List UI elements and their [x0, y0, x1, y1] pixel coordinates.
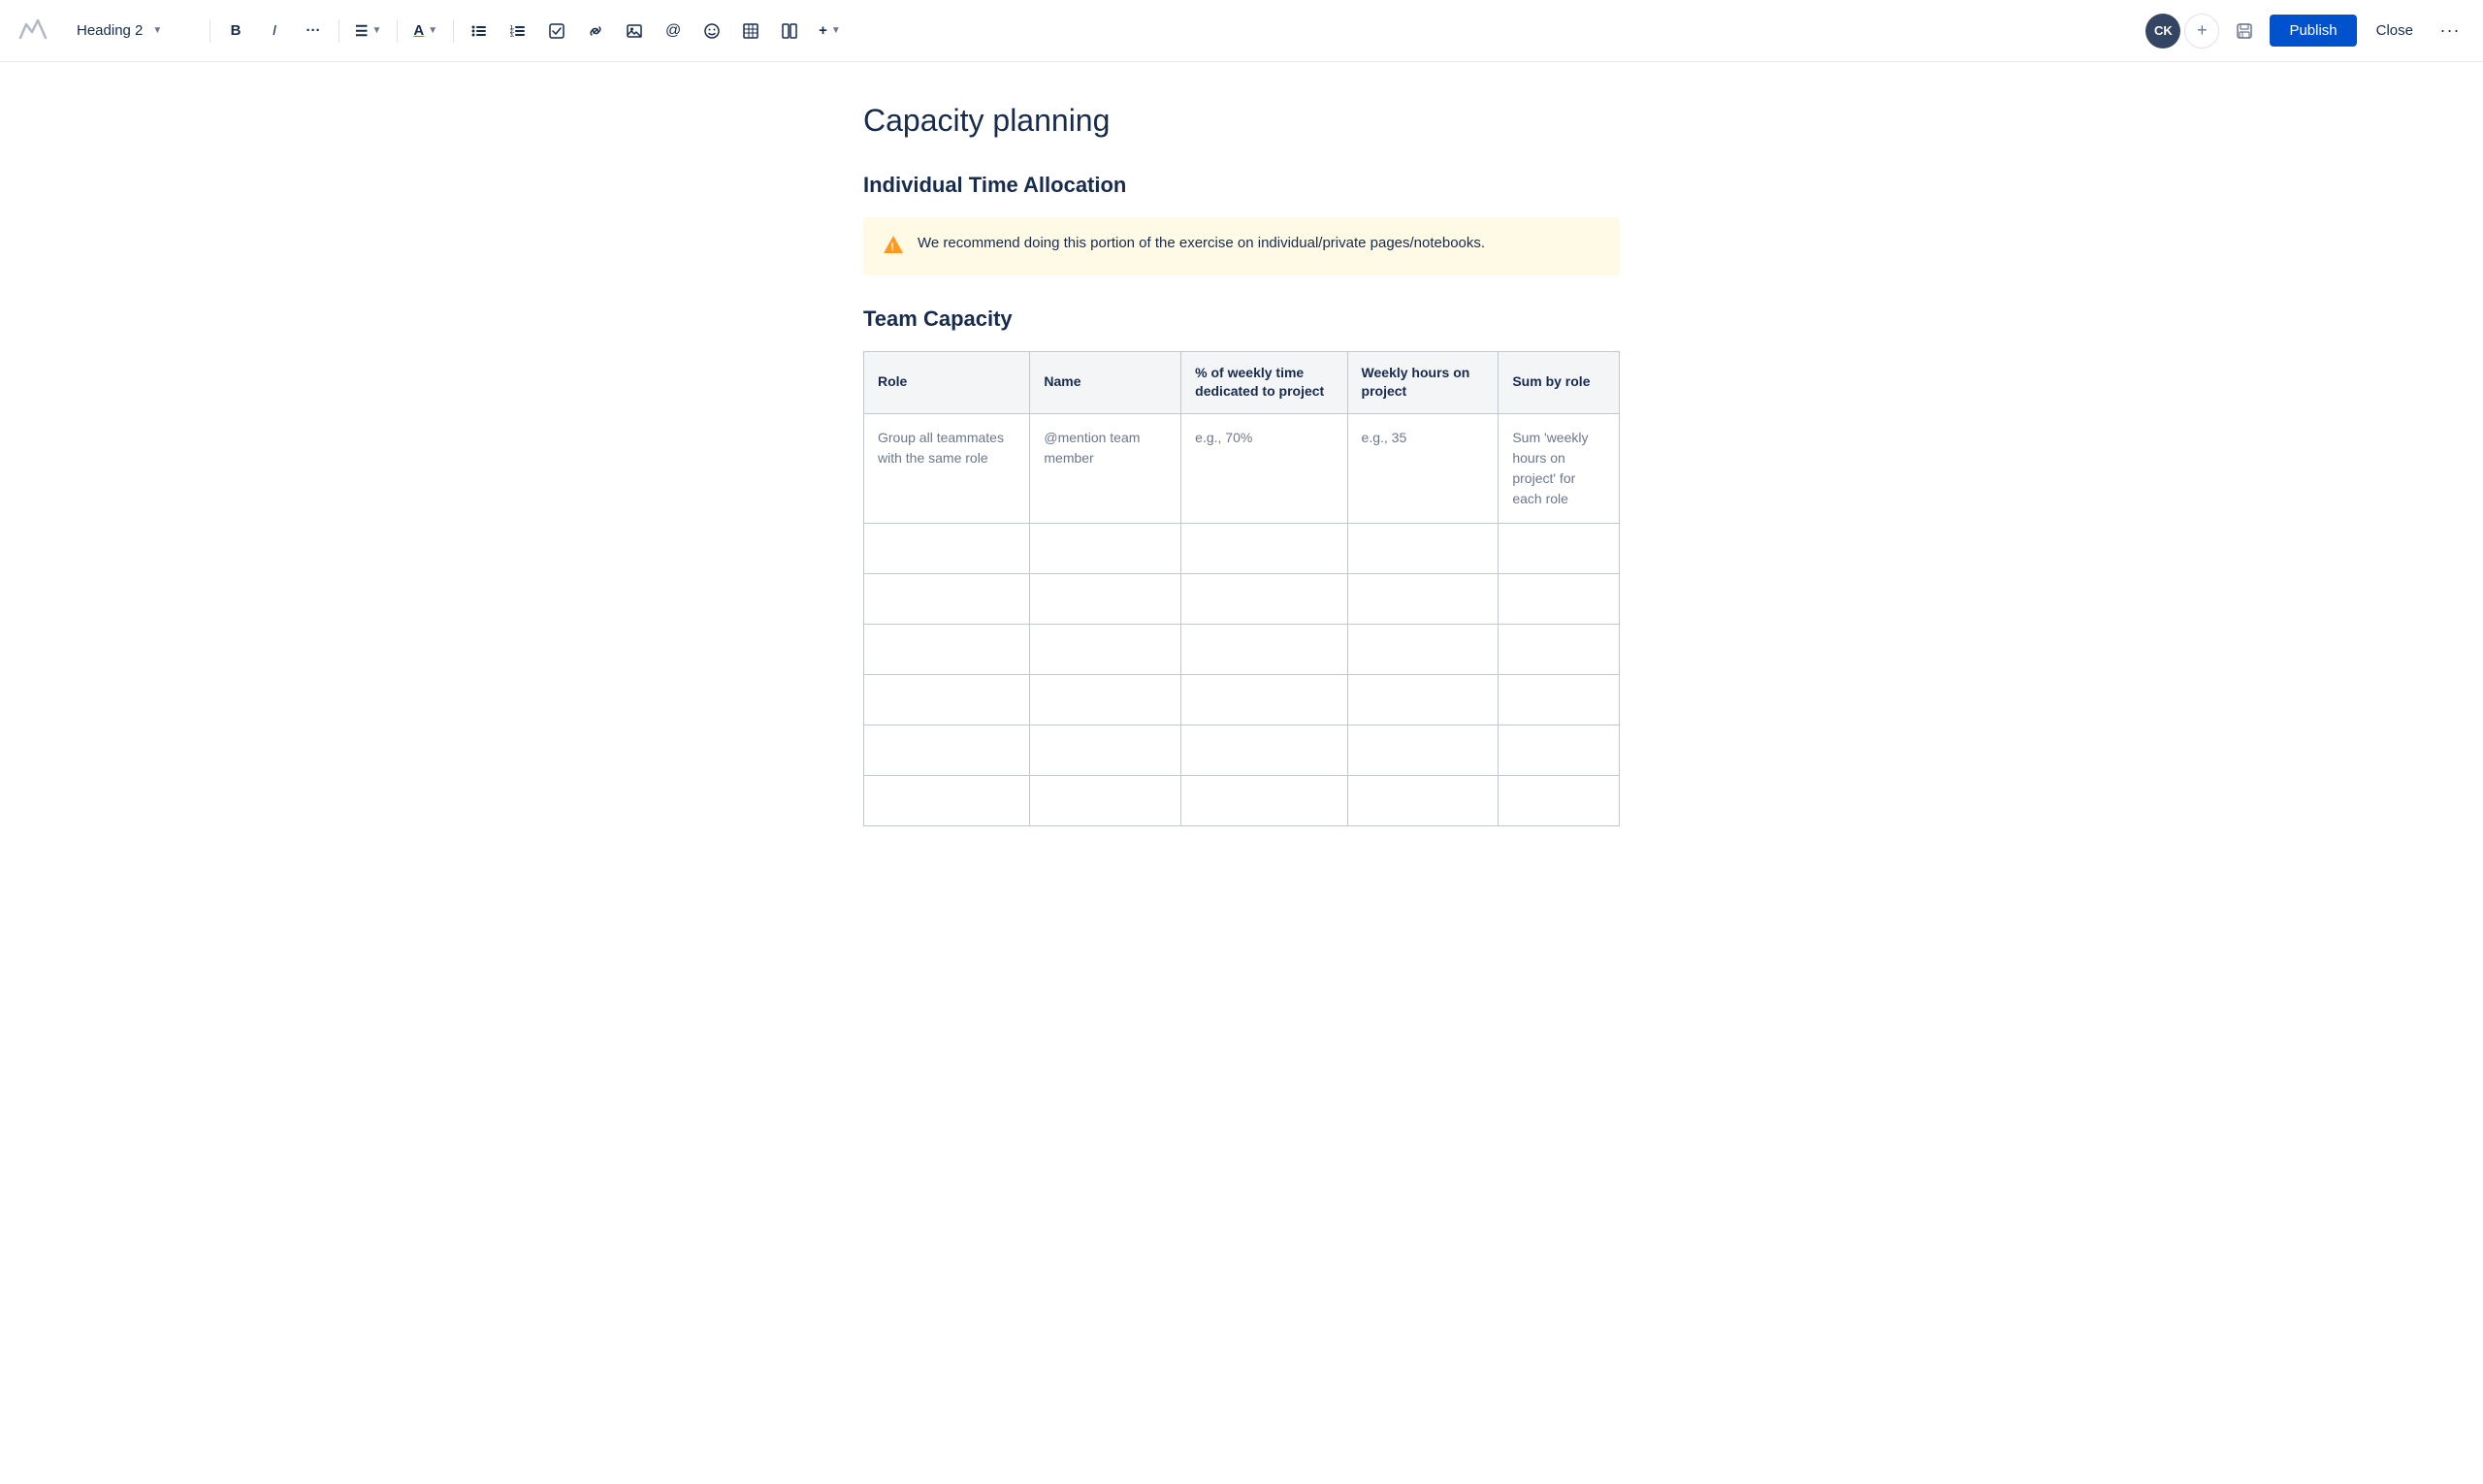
- warning-icon: !: [883, 234, 904, 260]
- cell-sum-6[interactable]: [1499, 775, 1620, 825]
- cell-name-5[interactable]: [1030, 725, 1181, 775]
- cell-role-2[interactable]: [864, 573, 1030, 624]
- cell-percent-2[interactable]: [1181, 573, 1347, 624]
- cell-weekly-hours-1[interactable]: [1347, 523, 1499, 573]
- checkbox-button[interactable]: [539, 14, 574, 48]
- heading-selector[interactable]: Heading 2 ▼: [66, 16, 202, 46]
- layout-button[interactable]: [772, 14, 807, 48]
- bullet-list-button[interactable]: [462, 14, 497, 48]
- chevron-down-icon: ▼: [152, 25, 162, 36]
- callout-text: We recommend doing this portion of the e…: [918, 233, 1485, 255]
- cell-percent-5[interactable]: [1181, 725, 1347, 775]
- app-logo[interactable]: [16, 14, 50, 48]
- table-icon: [742, 22, 759, 40]
- insert-button[interactable]: + ▼: [811, 14, 849, 48]
- divider-3: [397, 19, 398, 43]
- col-header-percent: % of weekly time dedicated to project: [1181, 351, 1347, 413]
- cell-sum-0[interactable]: Sum 'weekly hours on project' for each r…: [1499, 413, 1620, 523]
- cell-sum-2[interactable]: [1499, 573, 1620, 624]
- table-row: [864, 725, 1620, 775]
- cell-name-4[interactable]: [1030, 674, 1181, 725]
- bold-button[interactable]: B: [218, 14, 253, 48]
- image-icon: [626, 22, 643, 40]
- cell-weekly-hours-2[interactable]: [1347, 573, 1499, 624]
- cell-role-1[interactable]: [864, 523, 1030, 573]
- cell-percent-3[interactable]: [1181, 624, 1347, 674]
- section-heading-team: Team Capacity: [863, 306, 1620, 332]
- avatar[interactable]: CK: [2145, 14, 2180, 48]
- cell-weekly-hours-5[interactable]: [1347, 725, 1499, 775]
- italic-button[interactable]: I: [257, 14, 292, 48]
- image-button[interactable]: [617, 14, 652, 48]
- table-row: [864, 624, 1620, 674]
- col-header-name: Name: [1030, 351, 1181, 413]
- toolbar-right: CK + Publish Close ···: [2145, 14, 2467, 48]
- cell-role-5[interactable]: [864, 725, 1030, 775]
- cell-name-2[interactable]: [1030, 573, 1181, 624]
- toolbar: Heading 2 ▼ B I ··· ☰ ▼ A ▼: [0, 0, 2483, 62]
- text-color-button[interactable]: A ▼: [405, 14, 445, 48]
- table-button[interactable]: [733, 14, 768, 48]
- table-row: [864, 674, 1620, 725]
- callout-box: ! We recommend doing this portion of the…: [863, 217, 1620, 275]
- team-capacity-section: Team Capacity Role Name % of weekly time…: [863, 306, 1620, 826]
- cell-weekly-hours-6[interactable]: [1347, 775, 1499, 825]
- cell-name-3[interactable]: [1030, 624, 1181, 674]
- link-button[interactable]: [578, 14, 613, 48]
- document-title[interactable]: Capacity planning: [863, 101, 1620, 142]
- cell-name-1[interactable]: [1030, 523, 1181, 573]
- close-button[interactable]: Close: [2365, 15, 2425, 47]
- cell-weekly-hours-3[interactable]: [1347, 624, 1499, 674]
- table-row: [864, 775, 1620, 825]
- cell-percent-4[interactable]: [1181, 674, 1347, 725]
- layout-icon: [781, 22, 798, 40]
- save-icon: [2235, 21, 2254, 41]
- save-icon-button[interactable]: [2227, 14, 2262, 48]
- chevron-down-icon: ▼: [831, 25, 841, 36]
- emoji-icon: [703, 22, 721, 40]
- add-collaborator-button[interactable]: +: [2184, 14, 2219, 48]
- cell-weekly-hours-0[interactable]: e.g., 35: [1347, 413, 1499, 523]
- numbered-list-button[interactable]: 1. 2. 3.: [500, 14, 535, 48]
- divider-4: [453, 19, 454, 43]
- cell-role-4[interactable]: [864, 674, 1030, 725]
- col-header-role: Role: [864, 351, 1030, 413]
- chevron-down-icon: ▼: [371, 25, 381, 36]
- table-row: Group all teammates with the same role @…: [864, 413, 1620, 523]
- cell-role-6[interactable]: [864, 775, 1030, 825]
- cell-name-6[interactable]: [1030, 775, 1181, 825]
- checkbox-icon: [548, 22, 565, 40]
- cell-weekly-hours-4[interactable]: [1347, 674, 1499, 725]
- numbered-list-icon: 1. 2. 3.: [509, 22, 527, 40]
- cell-sum-4[interactable]: [1499, 674, 1620, 725]
- bullet-list-icon: [470, 22, 488, 40]
- chevron-down-icon: ▼: [428, 25, 437, 36]
- cell-percent-6[interactable]: [1181, 775, 1347, 825]
- capacity-table: Role Name % of weekly time dedicated to …: [863, 351, 1620, 826]
- cell-percent-0[interactable]: e.g., 70%: [1181, 413, 1347, 523]
- mention-button[interactable]: @: [656, 14, 691, 48]
- more-options-button[interactable]: ···: [2433, 14, 2467, 48]
- svg-text:3.: 3.: [510, 33, 515, 39]
- cell-sum-5[interactable]: [1499, 725, 1620, 775]
- col-header-weekly-hours: Weekly hours on project: [1347, 351, 1499, 413]
- table-row: [864, 523, 1620, 573]
- section-heading-individual: Individual Time Allocation: [863, 173, 1620, 198]
- avatar-group: CK +: [2145, 14, 2219, 48]
- cell-role-0[interactable]: Group all teammates with the same role: [864, 413, 1030, 523]
- align-button[interactable]: ☰ ▼: [347, 14, 389, 48]
- link-icon: [587, 22, 604, 40]
- cell-role-3[interactable]: [864, 624, 1030, 674]
- cell-sum-3[interactable]: [1499, 624, 1620, 674]
- col-header-sum: Sum by role: [1499, 351, 1620, 413]
- emoji-button[interactable]: [694, 14, 729, 48]
- svg-text:!: !: [890, 242, 894, 253]
- cell-name-0[interactable]: @mention team member: [1030, 413, 1181, 523]
- table-row: [864, 573, 1620, 624]
- cell-sum-1[interactable]: [1499, 523, 1620, 573]
- content-area: Capacity planning Individual Time Alloca…: [805, 62, 1678, 904]
- more-text-button[interactable]: ···: [296, 14, 331, 48]
- cell-percent-1[interactable]: [1181, 523, 1347, 573]
- publish-button[interactable]: Publish: [2270, 15, 2356, 47]
